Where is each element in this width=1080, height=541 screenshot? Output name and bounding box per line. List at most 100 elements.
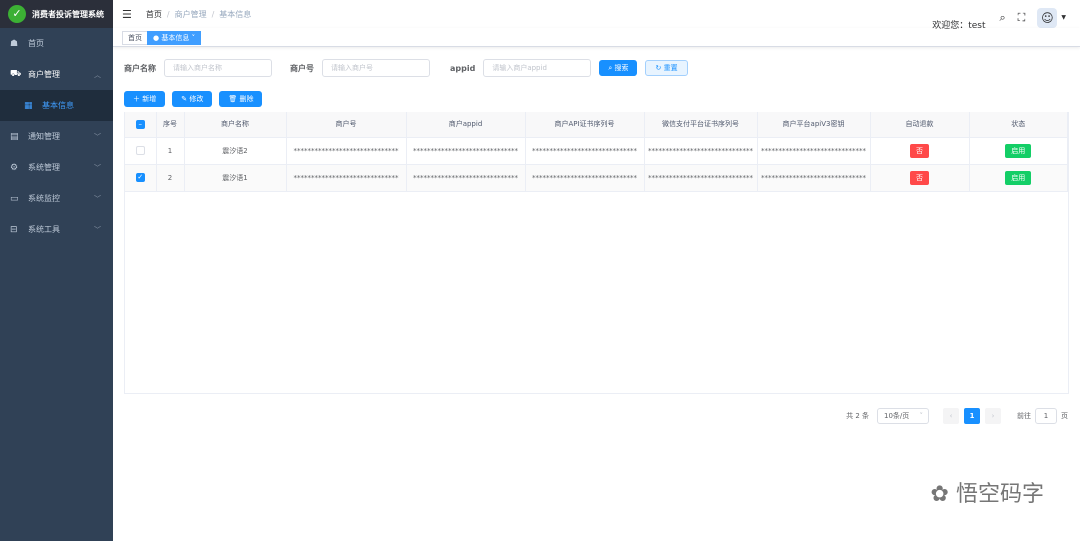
plus-icon: ＋ xyxy=(133,95,143,103)
tag-basic-info[interactable]: ● 基本信息 ˅ xyxy=(147,31,202,45)
col-wx-serial: 微信支付平台证书序列号 xyxy=(644,112,758,138)
cell-refund: 否 xyxy=(870,137,970,165)
label: 重置 xyxy=(663,64,678,72)
edit-button[interactable]: ✎ 修改 xyxy=(172,91,213,107)
avatar[interactable]: ☺ xyxy=(1037,7,1058,28)
chevron-down-icon: ﹀ xyxy=(94,163,101,172)
col-apiv3: 商户平台apiV3密钥 xyxy=(757,112,871,138)
search-form: 商户名称 请输入商户名称 商户号 请输入商户号 appid 请输入商户appid… xyxy=(124,59,688,77)
sidebar-item-basic-info[interactable]: ▦ 基本信息 xyxy=(0,90,113,121)
main-content: 商户名称 请输入商户名称 商户号 请输入商户号 appid 请输入商户appid… xyxy=(113,47,1080,541)
page-size-select[interactable]: 10条/页 ˅ xyxy=(877,408,929,424)
monitor-icon: ▭ xyxy=(10,193,19,204)
sidebar-item-home[interactable]: ☗ 首页 xyxy=(0,28,113,59)
search-button[interactable]: ⌕ 搜索 xyxy=(599,60,638,76)
fullscreen-icon[interactable]: ⛶ xyxy=(1018,11,1026,25)
chevron-down-icon: ˅ xyxy=(919,412,924,420)
row-checkbox[interactable]: ✓ xyxy=(125,164,157,192)
tag-label: 基本信息 xyxy=(161,34,190,42)
chevron-down-icon: ﹀ xyxy=(94,132,101,141)
refund-badge: 否 xyxy=(910,143,929,158)
close-icon[interactable]: ˅ xyxy=(192,34,196,42)
name-label: 商户名称 xyxy=(124,63,156,73)
page-1[interactable]: 1 xyxy=(964,408,980,424)
tool-icon: ⊟ xyxy=(10,224,18,235)
cell-name: 震汐语1 xyxy=(184,164,287,192)
app-title: 消费者投诉管理系统 xyxy=(32,9,104,19)
chevron-up-icon: ︿ xyxy=(94,70,101,79)
label: 修改 xyxy=(189,95,204,103)
sidebar-item-tools[interactable]: ⊟ 系统工具 ﹀ xyxy=(0,214,113,245)
caret-down-icon[interactable]: ▼ xyxy=(1061,14,1066,21)
cell-status: 启用 xyxy=(969,164,1068,192)
merchant-no-input[interactable]: 请输入商户号 xyxy=(322,59,430,77)
pagination: 共 2 条 10条/页 ˅ ‹ 1 › 前往 1 页 xyxy=(846,408,1068,424)
label: 商户管理 xyxy=(28,70,60,79)
message-icon: ▤ xyxy=(10,131,19,142)
sidebar-item-notify[interactable]: ▤ 通知管理 ﹀ xyxy=(0,121,113,152)
cell-appid: ****************************** xyxy=(406,137,526,165)
label: 系统管理 xyxy=(28,163,60,172)
sidebar-item-monitor[interactable]: ▭ 系统监控 ﹀ xyxy=(0,183,113,214)
tag-home[interactable]: 首页 xyxy=(122,31,148,45)
label: 通知管理 xyxy=(28,132,60,141)
sidebar-item-merchant[interactable]: ⛟ 商户管理 ︿ xyxy=(0,59,113,90)
reset-button[interactable]: ↻ 重置 xyxy=(645,60,688,76)
label: 首页 xyxy=(28,39,44,48)
table-row[interactable]: ✓ 2 震汐语1 ****************************** … xyxy=(125,164,1068,192)
table-icon: ▦ xyxy=(24,100,33,111)
logo[interactable]: ✓ 消费者投诉管理系统 xyxy=(0,0,113,28)
merchant-name-input[interactable]: 请输入商户名称 xyxy=(164,59,272,77)
label: 搜索 xyxy=(614,64,629,72)
appid-input[interactable]: 请输入商户appid xyxy=(483,59,592,77)
watermark: ✿ 悟空码字 xyxy=(931,476,1044,508)
wechat-logo-icon: ✓ xyxy=(8,5,26,23)
shop-icon: ⛟ xyxy=(10,69,22,79)
chevron-down-icon: ﹀ xyxy=(94,194,101,203)
label: 10条/页 xyxy=(884,412,910,420)
prev-page-button[interactable]: ‹ xyxy=(943,408,959,424)
add-button[interactable]: ＋ 新增 xyxy=(124,91,166,107)
gear-icon: ⚙ xyxy=(10,162,19,173)
label: 系统工具 xyxy=(28,225,60,234)
col-index: 序号 xyxy=(156,112,185,138)
col-status: 状态 xyxy=(969,112,1068,138)
cell-refund: 否 xyxy=(870,164,970,192)
toolbar: ＋ 新增 ✎ 修改 🗑 删除 xyxy=(124,91,263,107)
cell-appid: ****************************** xyxy=(406,164,526,192)
search-icon[interactable]: ⌕ xyxy=(1000,11,1006,25)
table-row[interactable]: 1 震汐语2 ****************************** **… xyxy=(125,137,1068,165)
sidebar: ✓ 消费者投诉管理系统 ☗ 首页 ⛟ 商户管理 ︿ ▦ 基本信息 ▤ 通知管理 ﹀ ⚙ 系统管理… xyxy=(0,0,113,541)
cell-wx-serial: ****************************** xyxy=(644,137,758,165)
cell-mchid: ****************************** xyxy=(286,137,407,165)
refund-badge: 否 xyxy=(910,170,929,185)
cell-apiv3: ****************************** xyxy=(757,137,871,165)
page-unit: 页 xyxy=(1061,412,1068,420)
merchant-no-label: 商户号 xyxy=(290,63,314,73)
select-all-checkbox[interactable]: – xyxy=(125,112,157,138)
col-appid: 商户appid xyxy=(406,112,526,138)
wechat-icon: ✿ xyxy=(930,482,956,507)
cell-apiv3: ****************************** xyxy=(757,164,871,192)
cell-api-serial: ****************************** xyxy=(525,137,645,165)
status-badge: 启用 xyxy=(1005,170,1032,185)
row-checkbox[interactable] xyxy=(125,137,157,165)
dashboard-icon: ☗ xyxy=(10,38,19,49)
breadcrumb-merchant: 商户管理 xyxy=(174,9,207,19)
cell-wx-serial: ****************************** xyxy=(644,164,758,192)
breadcrumb-current: 基本信息 xyxy=(219,9,252,19)
total-count: 共 2 条 xyxy=(846,412,869,420)
navbar: ☰ 首页 / 商户管理 / 基本信息 欢迎您：test ⌕ ⛶ ☺ ▼ xyxy=(113,0,1080,31)
hamburger-icon[interactable]: ☰ xyxy=(122,8,132,21)
cell-mchid: ****************************** xyxy=(286,164,407,192)
next-page-button[interactable]: › xyxy=(985,408,1001,424)
delete-button[interactable]: 🗑 删除 xyxy=(219,91,263,107)
watermark-text: 悟空码字 xyxy=(955,482,1044,507)
cell-index: 1 xyxy=(156,137,185,165)
goto-label: 前往 xyxy=(1017,412,1031,420)
goto-page-input[interactable]: 1 xyxy=(1035,408,1057,424)
breadcrumb-home[interactable]: 首页 xyxy=(146,10,162,19)
tags-view: 首页 ● 基本信息 ˅ xyxy=(113,28,1080,47)
sidebar-item-system[interactable]: ⚙ 系统管理 ﹀ xyxy=(0,152,113,183)
refresh-icon: ↻ xyxy=(655,64,664,72)
